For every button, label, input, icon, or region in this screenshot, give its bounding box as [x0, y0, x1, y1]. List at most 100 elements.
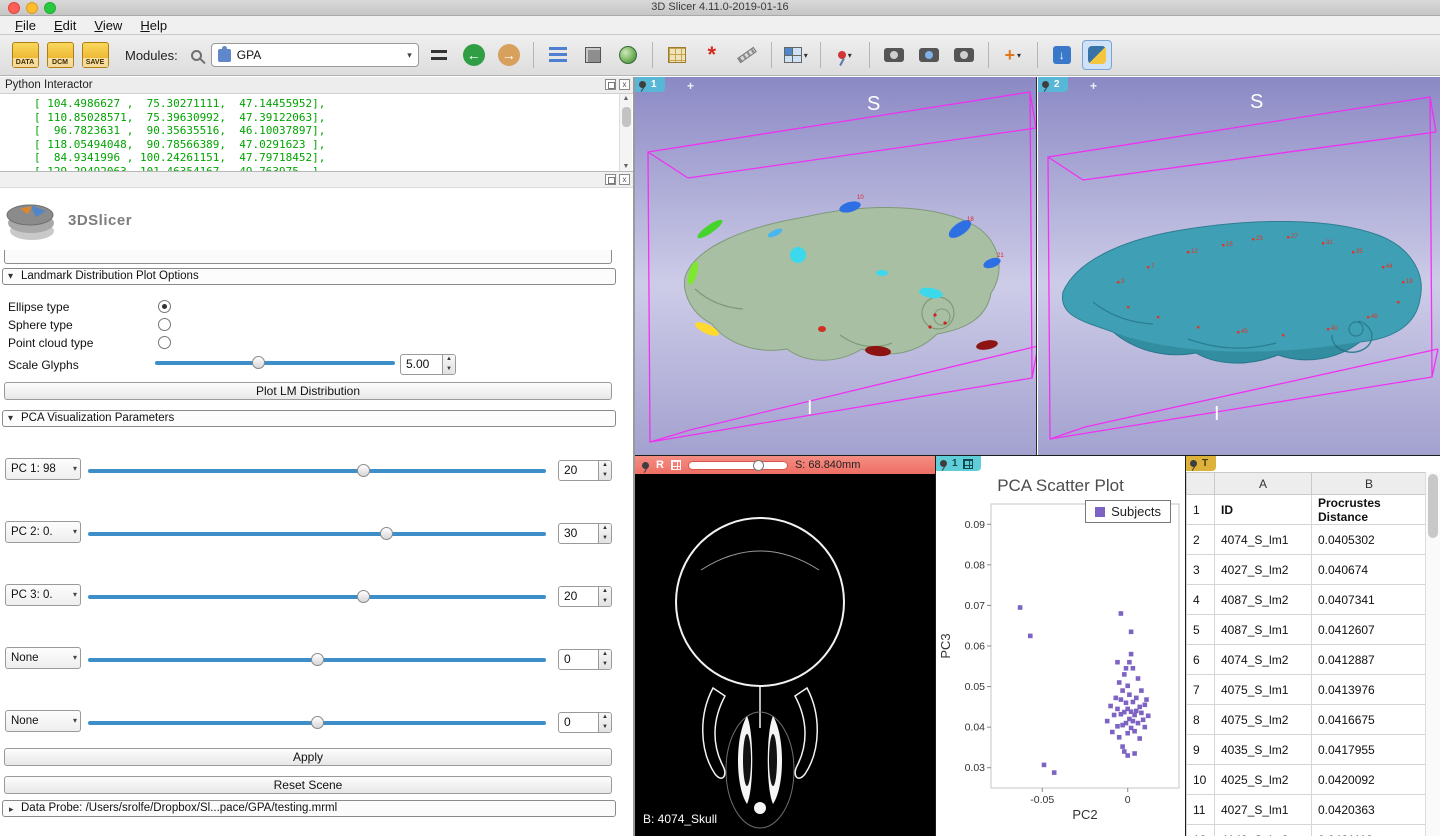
pc5-combo[interactable]: None▾: [5, 710, 81, 732]
scrollbar-thumb[interactable]: [622, 107, 631, 127]
module-history-button[interactable]: [424, 40, 454, 70]
table-cell[interactable]: 4087_S_lm1: [1215, 615, 1312, 645]
table-cell[interactable]: 4075_S_lm2: [1215, 705, 1312, 735]
table-cell[interactable]: 8: [1187, 705, 1215, 735]
slider-handle[interactable]: [753, 460, 764, 471]
table-cell[interactable]: 1: [1187, 495, 1215, 525]
3d-view-1[interactable]: 10 18 21 1 + S I: [635, 77, 1037, 455]
scroll-up-icon[interactable]: ▲: [620, 95, 632, 102]
pc4-slider[interactable]: [88, 652, 546, 667]
float-panel-button[interactable]: [605, 79, 616, 90]
menu-view[interactable]: View: [85, 18, 131, 33]
pc1-slider[interactable]: [88, 463, 546, 478]
pin-icon[interactable]: [639, 81, 646, 88]
pc4-spinbox[interactable]: 0▲▼: [558, 649, 612, 670]
close-panel-button[interactable]: x: [619, 79, 630, 90]
table-cell[interactable]: 10: [1187, 765, 1215, 795]
slider-handle[interactable]: [357, 590, 370, 603]
module-search-icon[interactable]: [191, 50, 202, 61]
table-cell[interactable]: 11: [1187, 795, 1215, 825]
pc5-slider[interactable]: [88, 715, 546, 730]
spin-steppers[interactable]: ▲▼: [598, 713, 611, 732]
pc2-slider[interactable]: [88, 526, 546, 541]
data-table[interactable]: A B 1IDProcrustes Distance24074_S_lm10.0…: [1186, 472, 1427, 836]
corner-cell[interactable]: [1187, 473, 1215, 495]
pc4-combo[interactable]: None▾: [5, 647, 81, 669]
table-cell[interactable]: 4035_S_lm2: [1215, 735, 1312, 765]
pin-icon[interactable]: [1190, 460, 1197, 467]
table-view-tab[interactable]: T: [1186, 456, 1216, 471]
slider-handle[interactable]: [380, 527, 393, 540]
markups-button[interactable]: *: [697, 40, 727, 70]
table-cell[interactable]: 4025_S_lm2: [1215, 765, 1312, 795]
ellipse-type-radio[interactable]: [158, 300, 171, 313]
spin-steppers[interactable]: ▲▼: [598, 587, 611, 606]
table-cell[interactable]: 0.0413976: [1312, 675, 1427, 705]
red-slice-view[interactable]: R S: 68.840mm: [635, 455, 935, 836]
table-cell[interactable]: 4074_S_lm2: [1215, 645, 1312, 675]
extensions-manager-button[interactable]: ↓: [1047, 40, 1077, 70]
table-cell[interactable]: 0.0420363: [1312, 795, 1427, 825]
module-selector[interactable]: GPA ▾: [211, 43, 419, 67]
table-cell[interactable]: 2: [1187, 525, 1215, 555]
pin-icon[interactable]: [940, 460, 947, 467]
pc1-spinbox[interactable]: 20▲▼: [558, 460, 612, 481]
slider-handle[interactable]: [252, 356, 265, 369]
scale-glyphs-spinbox[interactable]: 5.00 ▲▼: [400, 354, 456, 375]
spin-up-icon[interactable]: ▲: [443, 355, 455, 365]
table-cell[interactable]: 0.0421118: [1312, 825, 1427, 836]
module-list-button[interactable]: [543, 40, 573, 70]
view2-tab[interactable]: 2: [1038, 77, 1068, 92]
scrollbar-thumb[interactable]: [1428, 474, 1438, 538]
console-scrollbar[interactable]: ▲ ▼: [619, 94, 632, 171]
pc2-spinbox[interactable]: 30▲▼: [558, 523, 612, 544]
spin-steppers[interactable]: ▲▼: [598, 650, 611, 669]
3d-view-2[interactable]: 3 7 12 15 23 27 31 35 44 18 45 40 48: [1038, 77, 1440, 455]
pc5-spinbox[interactable]: 0▲▼: [558, 712, 612, 733]
table-cell[interactable]: 7: [1187, 675, 1215, 705]
table-cell[interactable]: 0.0416675: [1312, 705, 1427, 735]
view-controls-icon[interactable]: +: [687, 79, 694, 93]
plot-view-tab[interactable]: 1: [936, 456, 981, 471]
landmark-section-header[interactable]: Landmark Distribution Plot Options: [2, 268, 616, 285]
spin-steppers[interactable]: ▲▼: [598, 524, 611, 543]
data-probe-header[interactable]: Data Probe: /Users/srolfe/Dropbox/Sl...p…: [2, 800, 616, 817]
pin-icon[interactable]: [642, 462, 649, 469]
table-cell[interactable]: 9: [1187, 735, 1215, 765]
slider-handle[interactable]: [311, 716, 324, 729]
view1-tab[interactable]: 1: [635, 77, 665, 92]
spin-steppers[interactable]: ▲▼: [598, 461, 611, 480]
module-panel-header[interactable]: x: [0, 171, 633, 188]
python-interactor-header[interactable]: Python Interactor x: [0, 77, 633, 94]
plot-grid-icon[interactable]: [963, 459, 973, 469]
table-cell[interactable]: 4027_S_lm2: [1215, 555, 1312, 585]
point-cloud-type-radio[interactable]: [158, 336, 171, 349]
load-data-button[interactable]: DATA: [10, 40, 40, 70]
mouse-pin-button[interactable]: ▾: [830, 40, 860, 70]
web-widget-button[interactable]: [613, 40, 643, 70]
plot-view[interactable]: 1 PCA Scatter Plot Subjects 0.030.040.05…: [935, 455, 1185, 836]
menu-help[interactable]: Help: [131, 18, 176, 33]
table-cell[interactable]: 0.040674: [1312, 555, 1427, 585]
spin-down-icon[interactable]: ▼: [443, 365, 455, 375]
screenshot-button[interactable]: [879, 40, 909, 70]
scale-glyphs-slider[interactable]: [155, 355, 395, 370]
crosshair-button[interactable]: +▾: [998, 40, 1028, 70]
table-cell[interactable]: 12: [1187, 825, 1215, 836]
history-back-button[interactable]: ←: [459, 40, 489, 70]
table-cell[interactable]: 0.0405302: [1312, 525, 1427, 555]
scene-view-restore-button[interactable]: [949, 40, 979, 70]
ruler-button[interactable]: [732, 40, 762, 70]
scene-view-capture-button[interactable]: [914, 40, 944, 70]
pc2-combo[interactable]: PC 2: 0.▾: [5, 521, 81, 543]
table-cell[interactable]: 4: [1187, 585, 1215, 615]
table-cell[interactable]: 4075_S_lm1: [1215, 675, 1312, 705]
layout-selector-button[interactable]: ▾: [781, 40, 811, 70]
menu-edit[interactable]: Edit: [45, 18, 85, 33]
table-cell[interactable]: 4087_S_lm2: [1215, 585, 1312, 615]
slider-handle[interactable]: [311, 653, 324, 666]
pc3-slider[interactable]: [88, 589, 546, 604]
spin-steppers[interactable]: ▲▼: [442, 355, 455, 374]
pc3-combo[interactable]: PC 3: 0.▾: [5, 584, 81, 606]
slice-menu-icon[interactable]: [671, 460, 681, 470]
